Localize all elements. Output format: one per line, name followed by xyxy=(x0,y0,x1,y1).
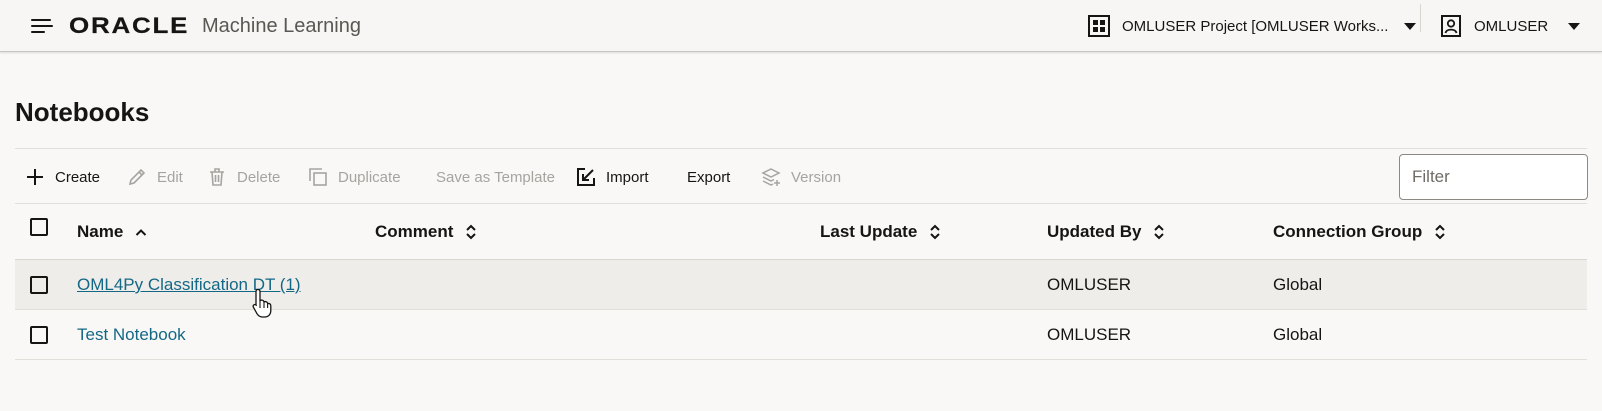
column-header-comment[interactable]: Comment xyxy=(375,204,477,260)
app-name: Machine Learning xyxy=(202,14,361,37)
plus-icon xyxy=(27,169,43,185)
version-button[interactable]: Version xyxy=(761,149,841,205)
version-label: Version xyxy=(791,168,842,186)
oracle-logo: ORACLE xyxy=(69,13,190,38)
chevron-down-icon xyxy=(1404,22,1417,30)
column-label: Comment xyxy=(375,222,454,241)
column-label: Name xyxy=(77,222,124,241)
project-name: OMLUSER Project [OMLUSER Works... xyxy=(1122,17,1389,35)
app-header: ORACLE Machine Learning OMLUSER Project … xyxy=(0,0,1602,52)
user-name: OMLUSER xyxy=(1474,17,1549,35)
duplicate-label: Duplicate xyxy=(338,168,401,186)
pencil-icon xyxy=(128,168,146,186)
export-label: Export xyxy=(687,168,731,186)
brand: ORACLE Machine Learning xyxy=(69,13,361,39)
layers-icon xyxy=(761,168,781,186)
sort-icon xyxy=(1435,224,1445,240)
trash-icon xyxy=(210,168,224,186)
select-all-checkbox[interactable] xyxy=(30,218,48,236)
duplicate-icon xyxy=(309,168,327,186)
column-label: Connection Group xyxy=(1273,222,1423,241)
notebook-link[interactable]: OML4Py Classification DT (1) xyxy=(77,275,301,295)
grid-icon xyxy=(1088,15,1110,37)
connection-group-cell: Global xyxy=(1273,325,1323,344)
create-label: Create xyxy=(55,168,101,186)
sort-icon xyxy=(930,224,941,240)
updated-by-cell: OMLUSER xyxy=(1047,275,1132,294)
table-header: Name Comment Last Update Updated By Conn… xyxy=(15,204,1587,260)
row-checkbox[interactable] xyxy=(30,276,48,294)
sort-icon xyxy=(466,224,477,240)
notebooks-table: Name Comment Last Update Updated By Conn… xyxy=(15,204,1587,360)
column-label: Last Update xyxy=(820,222,918,241)
delete-label: Delete xyxy=(237,168,281,186)
toolbar: Create Edit Delete Duplicate Save as Tem… xyxy=(15,148,1588,205)
save-as-template-button[interactable]: Save as Template xyxy=(436,149,555,205)
column-header-name[interactable]: Name xyxy=(77,204,147,260)
edit-button[interactable]: Edit xyxy=(127,149,183,205)
edit-label: Edit xyxy=(157,168,183,186)
page-title: Notebooks xyxy=(15,97,150,127)
delete-button[interactable]: Delete xyxy=(207,149,280,205)
connection-group-cell: Global xyxy=(1273,275,1323,294)
row-checkbox[interactable] xyxy=(30,326,48,344)
sort-icon xyxy=(1154,224,1165,240)
create-button[interactable]: Create xyxy=(25,149,100,205)
user-menu[interactable]: OMLUSER xyxy=(1440,12,1581,40)
import-icon xyxy=(577,168,595,186)
hamburger-icon[interactable] xyxy=(28,14,56,38)
column-header-updated-by[interactable]: Updated By xyxy=(1047,204,1165,260)
save-as-template-label: Save as Template xyxy=(436,168,555,186)
updated-by-cell: OMLUSER xyxy=(1047,325,1132,344)
table-row[interactable]: OML4Py Classification DT (1) OMLUSER Glo… xyxy=(15,260,1587,310)
column-label: Updated By xyxy=(1047,222,1142,241)
table-row[interactable]: Test Notebook OMLUSER Global xyxy=(15,310,1587,360)
filter-input[interactable] xyxy=(1399,154,1588,200)
import-button[interactable]: Import xyxy=(576,149,649,205)
divider xyxy=(1420,4,1421,32)
export-button[interactable]: Export xyxy=(687,149,730,205)
chevron-down-icon xyxy=(1568,22,1581,30)
column-header-connection-group[interactable]: Connection Group xyxy=(1273,204,1446,260)
duplicate-button[interactable]: Duplicate xyxy=(308,149,401,205)
project-selector[interactable]: OMLUSER Project [OMLUSER Works... xyxy=(1088,12,1417,40)
sort-ascending-icon xyxy=(136,229,147,236)
user-badge-icon xyxy=(1441,15,1461,37)
import-label: Import xyxy=(606,168,649,186)
notebook-link[interactable]: Test Notebook xyxy=(77,325,186,345)
column-header-last-update[interactable]: Last Update xyxy=(820,204,941,260)
